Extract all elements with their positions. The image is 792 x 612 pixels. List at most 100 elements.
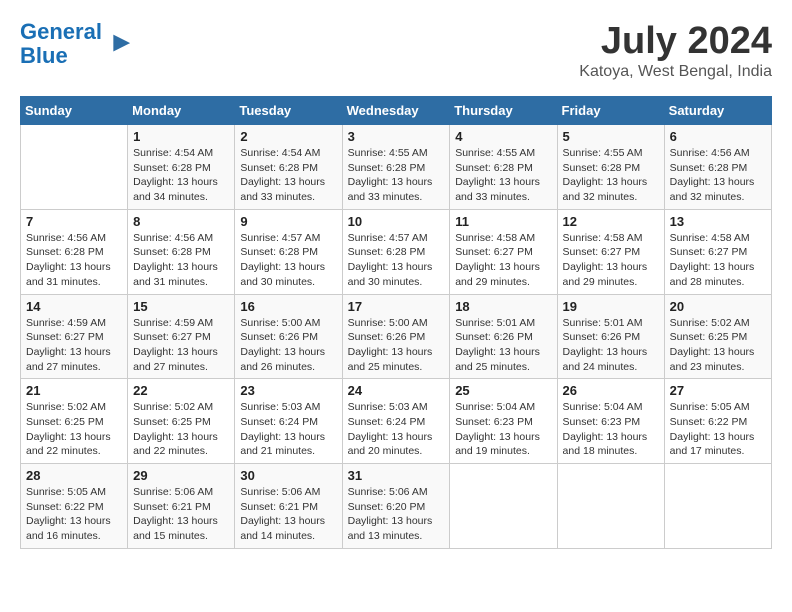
day-number: 8 — [133, 214, 229, 229]
calendar-cell: 10Sunrise: 4:57 AMSunset: 6:28 PMDayligh… — [342, 209, 450, 294]
logo-text: GeneralBlue — [20, 20, 102, 68]
calendar-cell: 2 Sunrise: 4:54 AMSunset: 6:28 PMDaylight… — [235, 125, 342, 210]
header-cell-thursday: Thursday — [450, 97, 557, 125]
calendar-cell: 9 Sunrise: 4:57 AMSunset: 6:28 PMDaylight… — [235, 209, 342, 294]
title-block: July 2024 Katoya, West Bengal, India — [579, 20, 772, 81]
calendar-cell — [664, 464, 771, 549]
calendar-cell: 5Sunrise: 4:55 AMSunset: 6:28 PMDaylight… — [557, 125, 664, 210]
cell-info: Sunrise: 4:55 AMSunset: 6:28 PMDaylight:… — [455, 146, 551, 205]
cell-info: Sunrise: 4:58 AMSunset: 6:27 PMDaylight:… — [455, 231, 551, 290]
calendar-cell: 26 Sunrise: 5:04 AMSunset: 6:23 PMDayligh… — [557, 379, 664, 464]
day-number: 17 — [348, 299, 445, 314]
calendar-cell: 20 Sunrise: 5:02 AMSunset: 6:25 PMDayligh… — [664, 294, 771, 379]
logo-icon — [104, 30, 132, 58]
calendar-cell: 24 Sunrise: 5:03 AMSunset: 6:24 PMDayligh… — [342, 379, 450, 464]
day-number: 16 — [240, 299, 336, 314]
calendar-cell: 22Sunrise: 5:02 AMSunset: 6:25 PMDayligh… — [128, 379, 235, 464]
cell-info: Sunrise: 4:54 AMSunset: 6:28 PMDaylight:… — [133, 146, 229, 205]
location: Katoya, West Bengal, India — [579, 63, 772, 81]
calendar-cell: 6Sunrise: 4:56 AMSunset: 6:28 PMDaylight… — [664, 125, 771, 210]
calendar-cell: 7Sunrise: 4:56 AMSunset: 6:28 PMDaylight… — [21, 209, 128, 294]
day-number: 9 — [240, 214, 336, 229]
cell-info: Sunrise: 4:55 AMSunset: 6:28 PMDaylight:… — [563, 146, 659, 205]
calendar-cell — [450, 464, 557, 549]
page-header: GeneralBlue July 2024 Katoya, West Benga… — [20, 20, 772, 81]
week-row-4: 21 Sunrise: 5:02 AMSunset: 6:25 PMDayligh… — [21, 379, 772, 464]
header-row: SundayMondayTuesdayWednesdayThursdayFrid… — [21, 97, 772, 125]
calendar-cell: 13 Sunrise: 4:58 AMSunset: 6:27 PMDayligh… — [664, 209, 771, 294]
cell-info: Sunrise: 5:06 AMSunset: 6:21 PMDaylight:… — [240, 485, 336, 544]
day-number: 12 — [563, 214, 659, 229]
day-number: 19 — [563, 299, 659, 314]
day-number: 1 — [133, 129, 229, 144]
calendar-cell: 23Sunrise: 5:03 AMSunset: 6:24 PMDayligh… — [235, 379, 342, 464]
cell-info: Sunrise: 5:04 AMSunset: 6:23 PMDaylight:… — [563, 400, 659, 459]
cell-info: Sunrise: 5:05 AMSunset: 6:22 PMDaylight:… — [670, 400, 766, 459]
calendar-cell: 1 Sunrise: 4:54 AMSunset: 6:28 PMDaylight… — [128, 125, 235, 210]
cell-info: Sunrise: 5:02 AMSunset: 6:25 PMDaylight:… — [26, 400, 122, 459]
cell-info: Sunrise: 5:05 AMSunset: 6:22 PMDaylight:… — [26, 485, 122, 544]
calendar-cell: 27 Sunrise: 5:05 AMSunset: 6:22 PMDayligh… — [664, 379, 771, 464]
header-cell-saturday: Saturday — [664, 97, 771, 125]
day-number: 15 — [133, 299, 229, 314]
calendar-cell: 15Sunrise: 4:59 AMSunset: 6:27 PMDayligh… — [128, 294, 235, 379]
header-cell-tuesday: Tuesday — [235, 97, 342, 125]
day-number: 29 — [133, 468, 229, 483]
calendar-cell — [21, 125, 128, 210]
calendar-cell: 31 Sunrise: 5:06 AMSunset: 6:20 PMDayligh… — [342, 464, 450, 549]
cell-info: Sunrise: 4:59 AMSunset: 6:27 PMDaylight:… — [26, 316, 122, 375]
calendar-cell: 25 Sunrise: 5:04 AMSunset: 6:23 PMDayligh… — [450, 379, 557, 464]
day-number: 18 — [455, 299, 551, 314]
day-number: 27 — [670, 383, 766, 398]
header-cell-monday: Monday — [128, 97, 235, 125]
cell-info: Sunrise: 5:06 AMSunset: 6:21 PMDaylight:… — [133, 485, 229, 544]
calendar-cell: 21 Sunrise: 5:02 AMSunset: 6:25 PMDayligh… — [21, 379, 128, 464]
calendar-cell: 16 Sunrise: 5:00 AMSunset: 6:26 PMDayligh… — [235, 294, 342, 379]
cell-info: Sunrise: 5:06 AMSunset: 6:20 PMDaylight:… — [348, 485, 445, 544]
calendar-cell: 30 Sunrise: 5:06 AMSunset: 6:21 PMDayligh… — [235, 464, 342, 549]
cell-info: Sunrise: 5:00 AMSunset: 6:26 PMDaylight:… — [348, 316, 445, 375]
day-number: 25 — [455, 383, 551, 398]
day-number: 30 — [240, 468, 336, 483]
cell-info: Sunrise: 4:56 AMSunset: 6:28 PMDaylight:… — [670, 146, 766, 205]
day-number: 28 — [26, 468, 122, 483]
calendar-body: 1 Sunrise: 4:54 AMSunset: 6:28 PMDaylight… — [21, 125, 772, 549]
week-row-1: 1 Sunrise: 4:54 AMSunset: 6:28 PMDaylight… — [21, 125, 772, 210]
calendar-cell: 11 Sunrise: 4:58 AMSunset: 6:27 PMDayligh… — [450, 209, 557, 294]
day-number: 13 — [670, 214, 766, 229]
day-number: 14 — [26, 299, 122, 314]
calendar-cell — [557, 464, 664, 549]
day-number: 22 — [133, 383, 229, 398]
day-number: 11 — [455, 214, 551, 229]
day-number: 21 — [26, 383, 122, 398]
calendar-cell: 17 Sunrise: 5:00 AMSunset: 6:26 PMDayligh… — [342, 294, 450, 379]
cell-info: Sunrise: 4:58 AMSunset: 6:27 PMDaylight:… — [670, 231, 766, 290]
logo: GeneralBlue — [20, 20, 132, 68]
day-number: 26 — [563, 383, 659, 398]
day-number: 20 — [670, 299, 766, 314]
day-number: 3 — [348, 129, 445, 144]
cell-info: Sunrise: 4:58 AMSunset: 6:27 PMDaylight:… — [563, 231, 659, 290]
calendar-cell: 18Sunrise: 5:01 AMSunset: 6:26 PMDayligh… — [450, 294, 557, 379]
day-number: 24 — [348, 383, 445, 398]
calendar-cell: 14 Sunrise: 4:59 AMSunset: 6:27 PMDayligh… — [21, 294, 128, 379]
header-cell-friday: Friday — [557, 97, 664, 125]
cell-info: Sunrise: 5:04 AMSunset: 6:23 PMDaylight:… — [455, 400, 551, 459]
cell-info: Sunrise: 4:55 AMSunset: 6:28 PMDaylight:… — [348, 146, 445, 205]
day-number: 2 — [240, 129, 336, 144]
calendar-cell: 29 Sunrise: 5:06 AMSunset: 6:21 PMDayligh… — [128, 464, 235, 549]
cell-info: Sunrise: 4:54 AMSunset: 6:28 PMDaylight:… — [240, 146, 336, 205]
calendar-cell: 3 Sunrise: 4:55 AMSunset: 6:28 PMDaylight… — [342, 125, 450, 210]
calendar-table: SundayMondayTuesdayWednesdayThursdayFrid… — [20, 96, 772, 549]
cell-info: Sunrise: 5:00 AMSunset: 6:26 PMDaylight:… — [240, 316, 336, 375]
day-number: 31 — [348, 468, 445, 483]
cell-info: Sunrise: 5:03 AMSunset: 6:24 PMDaylight:… — [240, 400, 336, 459]
day-number: 10 — [348, 214, 445, 229]
cell-info: Sunrise: 5:02 AMSunset: 6:25 PMDaylight:… — [670, 316, 766, 375]
day-number: 4 — [455, 129, 551, 144]
month-title: July 2024 — [579, 20, 772, 63]
cell-info: Sunrise: 4:57 AMSunset: 6:28 PMDaylight:… — [240, 231, 336, 290]
cell-info: Sunrise: 4:56 AMSunset: 6:28 PMDaylight:… — [26, 231, 122, 290]
cell-info: Sunrise: 5:01 AMSunset: 6:26 PMDaylight:… — [563, 316, 659, 375]
cell-info: Sunrise: 5:03 AMSunset: 6:24 PMDaylight:… — [348, 400, 445, 459]
